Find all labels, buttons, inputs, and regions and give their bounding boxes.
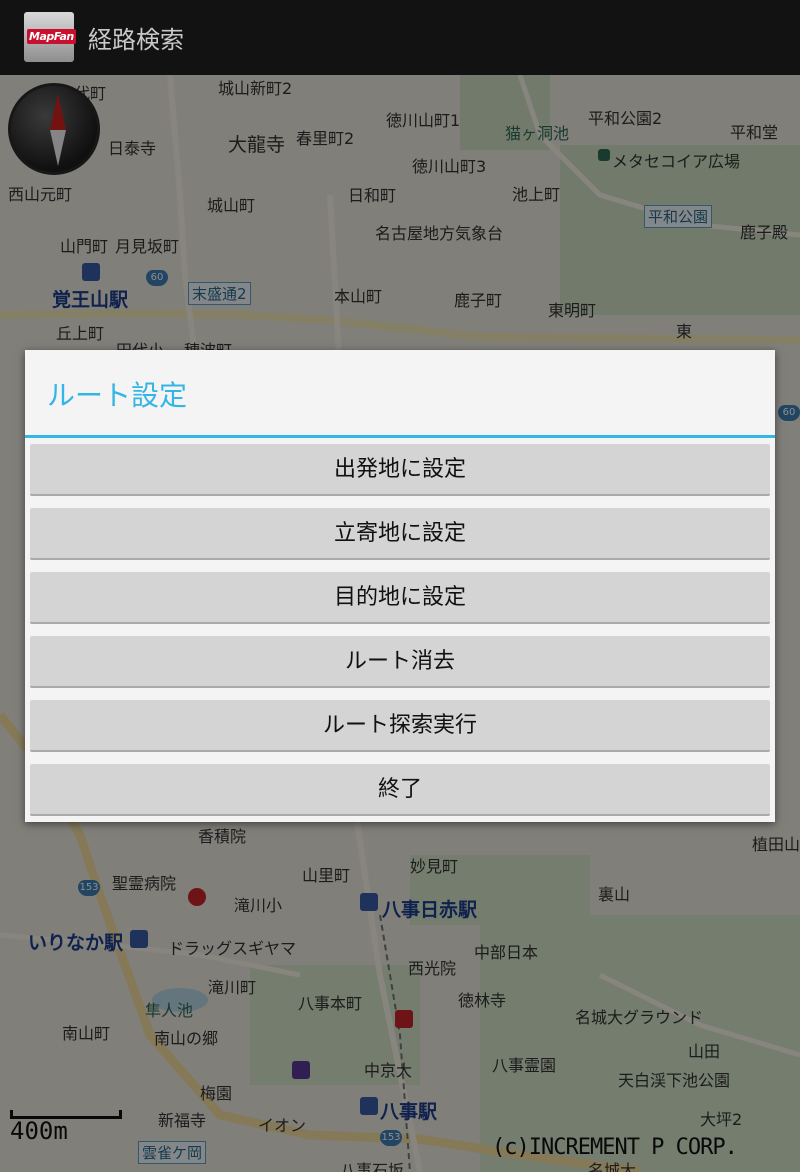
- clear-route-button[interactable]: ルート消去: [30, 636, 770, 688]
- set-origin-button[interactable]: 出発地に設定: [30, 444, 770, 496]
- set-destination-button[interactable]: 目的地に設定: [30, 572, 770, 624]
- exit-button[interactable]: 終了: [30, 764, 770, 816]
- app-logo-icon[interactable]: MapFan: [24, 12, 76, 62]
- route-settings-dialog: ルート設定 出発地に設定 立寄地に設定 目的地に設定 ルート消去 ルート探索実行…: [25, 350, 775, 822]
- dialog-title: ルート設定: [47, 379, 188, 412]
- page-title: 経路検索: [88, 26, 184, 54]
- run-route-search-button[interactable]: ルート探索実行: [30, 700, 770, 752]
- dialog-divider: [25, 435, 775, 438]
- set-waypoint-button[interactable]: 立寄地に設定: [30, 508, 770, 560]
- title-bar: MapFan 経路検索: [0, 0, 800, 75]
- app-logo-text: MapFan: [27, 29, 76, 44]
